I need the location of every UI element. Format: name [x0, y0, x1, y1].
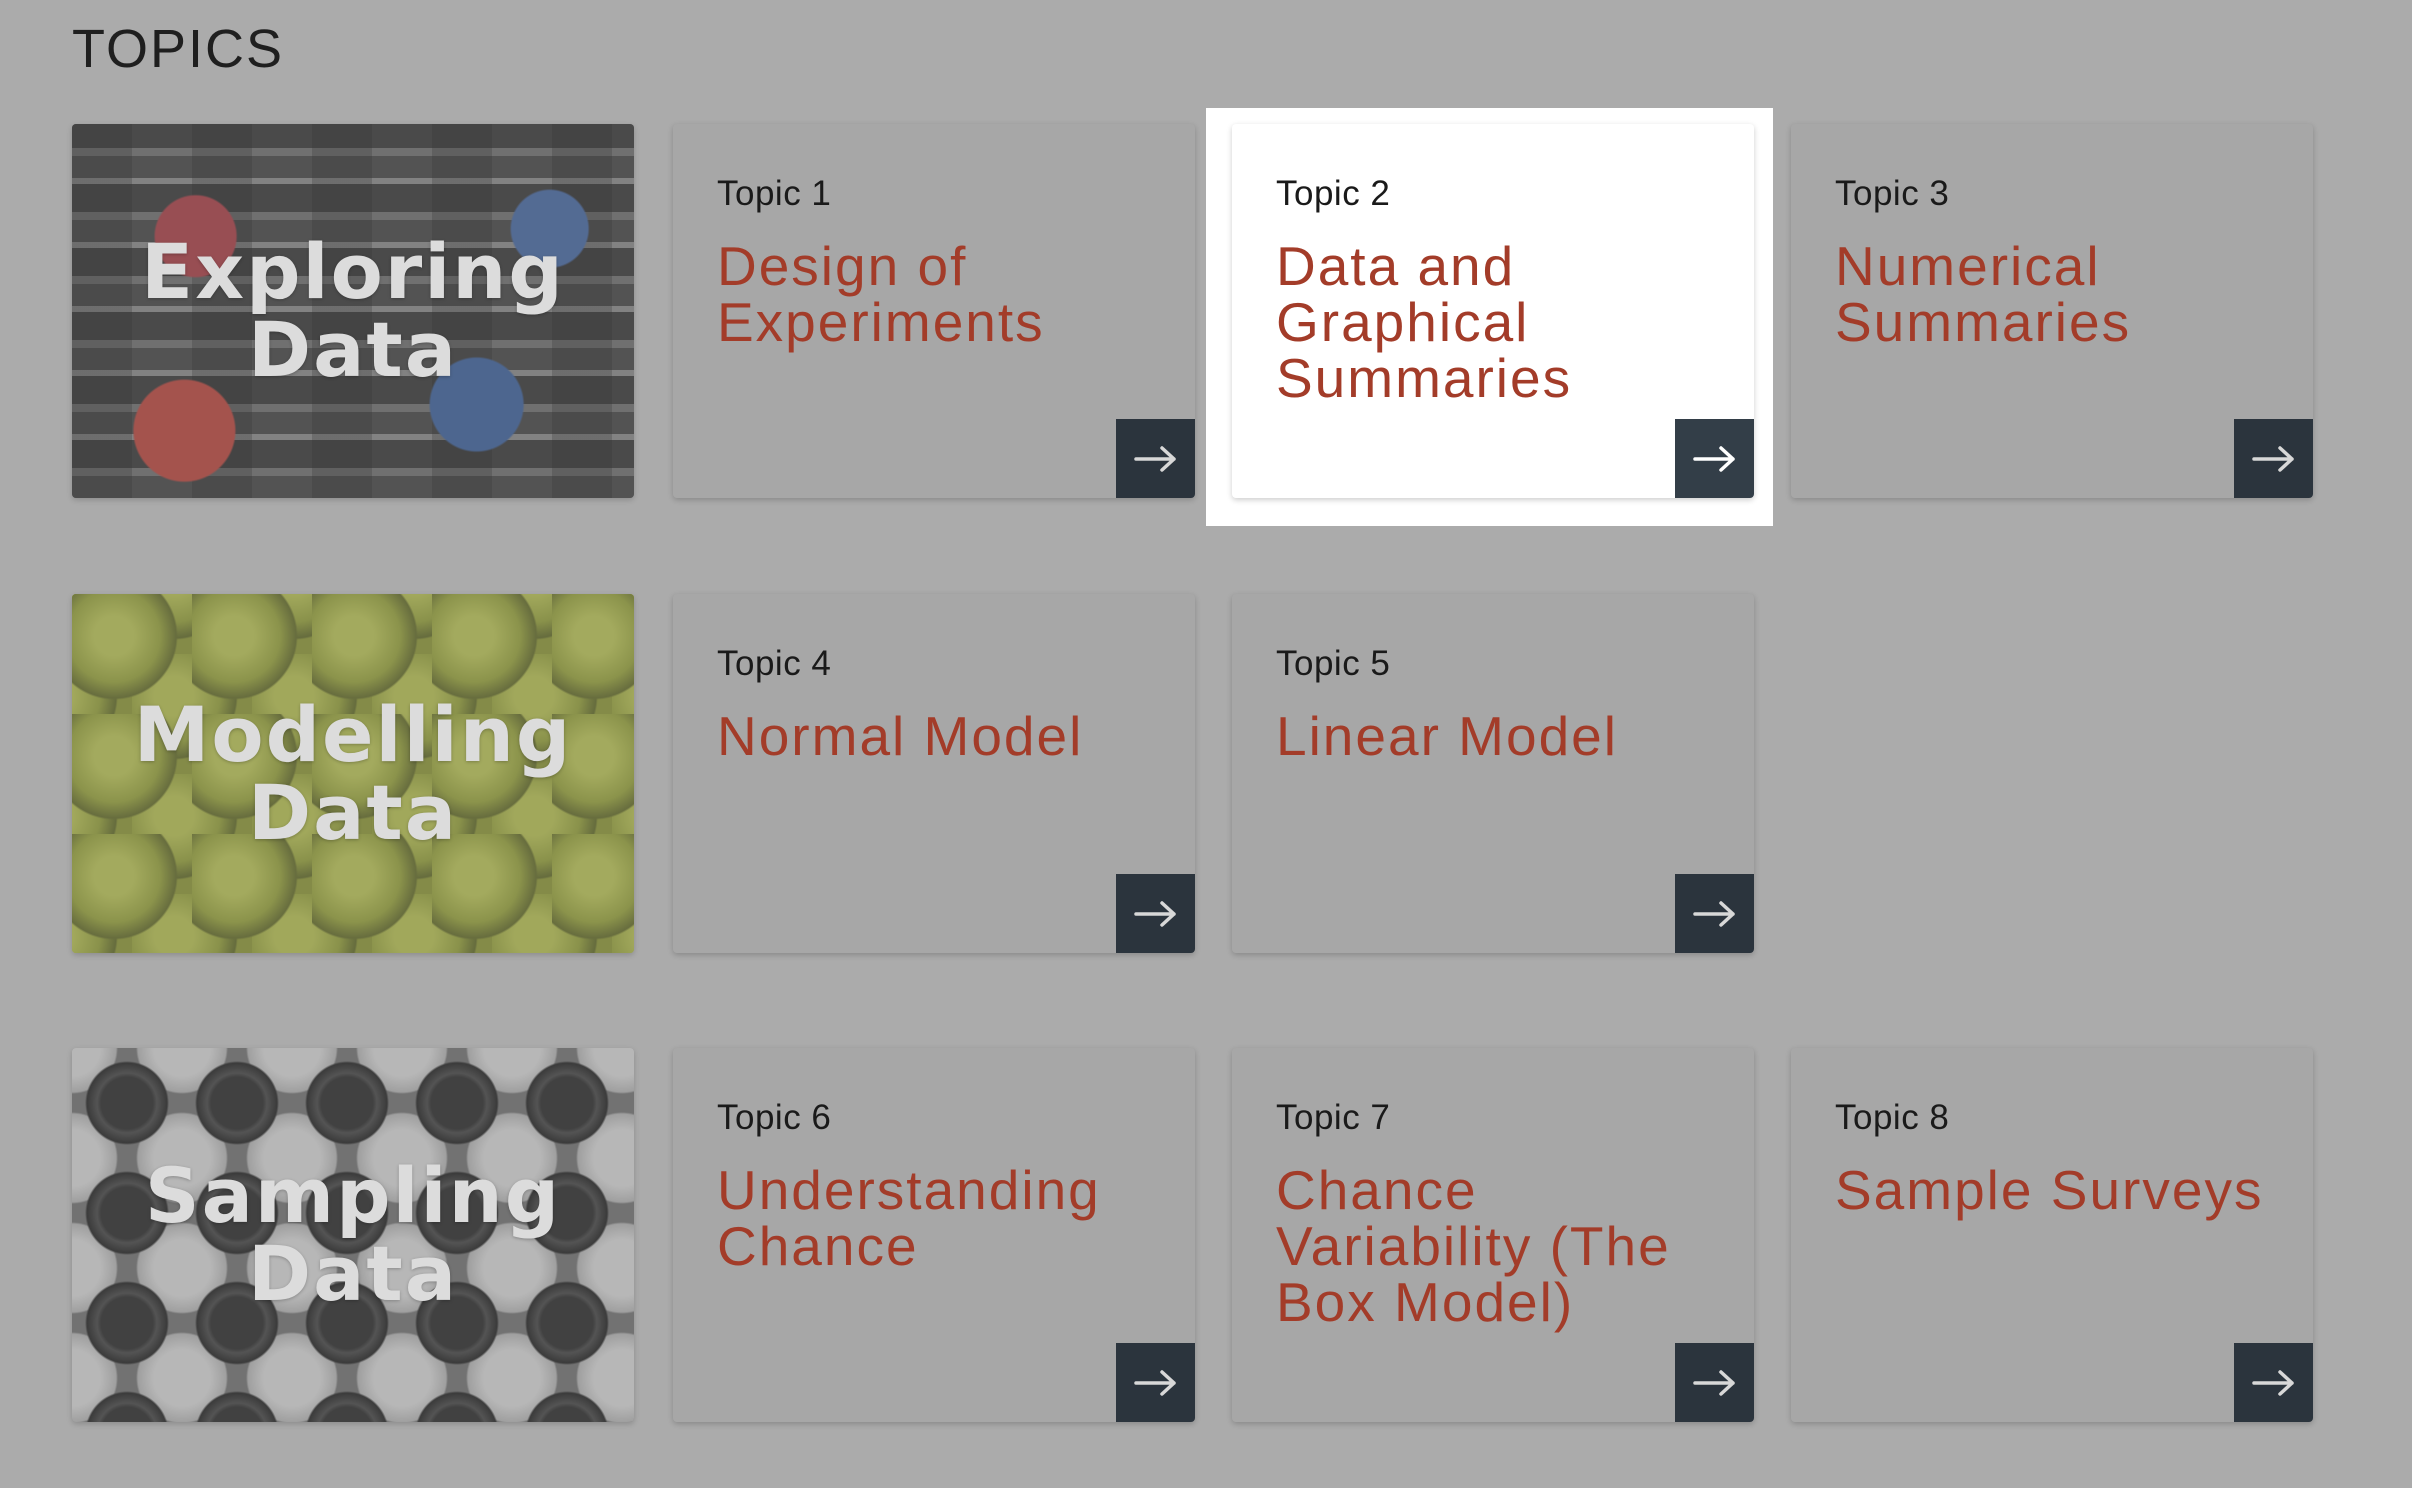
topic-card-1[interactable]: Topic 1 Design of Experiments	[673, 124, 1195, 498]
topic-title: Design of Experiments	[717, 235, 1045, 353]
arrow-right-icon	[1692, 900, 1735, 927]
topic-card-2[interactable]: Topic 2 Data and Graphical Summaries	[1232, 124, 1754, 498]
arrow-right-icon	[1692, 445, 1735, 472]
arrow-right-icon	[1692, 1369, 1735, 1396]
topic-card-6[interactable]: Topic 6 Understanding Chance	[673, 1048, 1195, 1422]
topic-label: Topic 6	[717, 1098, 832, 1137]
topic-title: Linear Model	[1276, 705, 1618, 767]
section-title-line: Data	[248, 767, 458, 857]
section-title-line: Modelling	[133, 689, 573, 779]
open-topic-button[interactable]	[2234, 419, 2313, 498]
section-title: Sampling Data	[72, 1157, 634, 1313]
topic-card-8[interactable]: Topic 8 Sample Surveys	[1791, 1048, 2313, 1422]
page-title: TOPICS	[72, 19, 285, 79]
arrow-right-icon	[2251, 445, 2294, 472]
section-title-line: Exploring	[141, 227, 565, 316]
section-title: Modelling Data	[72, 689, 634, 857]
topic-label: Topic 4	[717, 644, 832, 683]
open-topic-button[interactable]	[1116, 419, 1195, 498]
topic-title: Normal Model	[717, 705, 1084, 767]
topic-title: Numerical Summaries	[1835, 235, 2132, 353]
topic-card-4[interactable]: Topic 4 Normal Model	[673, 594, 1195, 953]
arrow-right-icon	[1133, 1369, 1176, 1396]
section-title-line: Data	[248, 305, 458, 394]
topic-label: Topic 1	[717, 174, 832, 213]
topic-title: Understanding Chance	[717, 1159, 1101, 1277]
topic-card-3[interactable]: Topic 3 Numerical Summaries	[1791, 124, 2313, 498]
topic-label: Topic 7	[1276, 1098, 1391, 1137]
topic-title: Chance Variability (The Box Model)	[1276, 1159, 1671, 1333]
topic-label: Topic 5	[1276, 644, 1391, 683]
open-topic-button[interactable]	[1675, 874, 1754, 953]
section-tile-sampling-data: Sampling Data	[72, 1048, 634, 1422]
open-topic-button[interactable]	[2234, 1343, 2313, 1422]
open-topic-button[interactable]	[1116, 1343, 1195, 1422]
section-tile-exploring-data: Exploring Data	[72, 124, 634, 498]
topic-title: Sample Surveys	[1835, 1159, 2264, 1221]
section-title: Exploring Data	[72, 233, 634, 389]
arrow-right-icon	[2251, 1369, 2294, 1396]
section-title-line: Sampling	[144, 1151, 562, 1240]
topic-title: Data and Graphical Summaries	[1276, 235, 1573, 409]
topic-label: Topic 8	[1835, 1098, 1950, 1137]
open-topic-button[interactable]	[1675, 419, 1754, 498]
section-tile-modelling-data: Modelling Data	[72, 594, 634, 953]
topic-label: Topic 2	[1276, 174, 1391, 213]
arrow-right-icon	[1133, 900, 1176, 927]
arrow-right-icon	[1133, 445, 1176, 472]
topic-label: Topic 3	[1835, 174, 1950, 213]
open-topic-button[interactable]	[1675, 1343, 1754, 1422]
topic-card-5[interactable]: Topic 5 Linear Model	[1232, 594, 1754, 953]
section-title-line: Data	[248, 1229, 458, 1318]
topic-card-7[interactable]: Topic 7 Chance Variability (The Box Mode…	[1232, 1048, 1754, 1422]
open-topic-button[interactable]	[1116, 874, 1195, 953]
